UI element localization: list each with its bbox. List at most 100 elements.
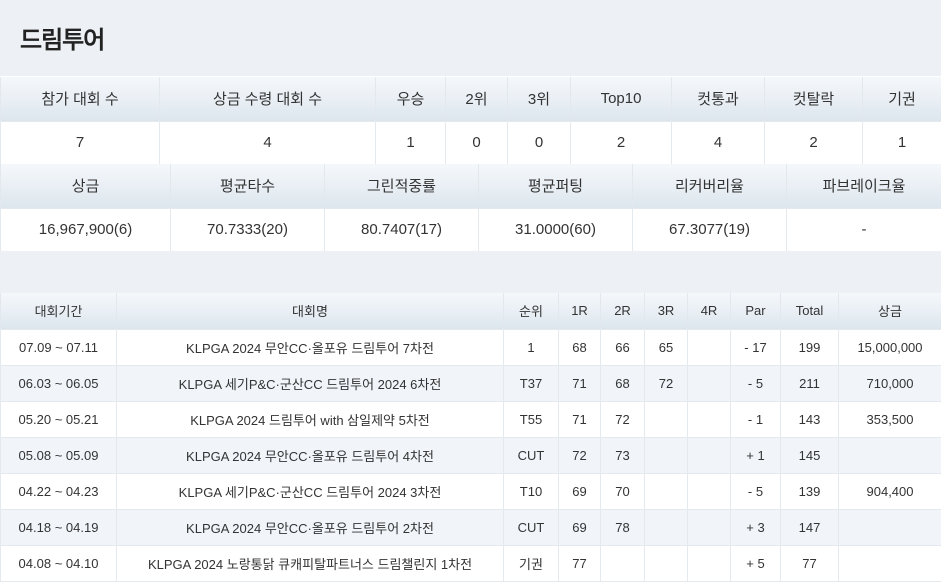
section-spacer (0, 251, 941, 293)
table-cell: 353,500 (838, 400, 941, 438)
tournament-name-cell: KLPGA 2024 드림투어 with 삼일제약 5차전 (116, 400, 504, 438)
column-header: 상금 (838, 293, 941, 329)
table-cell: 147 (780, 508, 839, 546)
table-cell (644, 436, 688, 474)
stat-header: 기권 (862, 77, 941, 121)
table-cell: T37 (503, 364, 559, 402)
table-row: 07.09 ~ 07.11 KLPGA 2024 무안CC·올포유 드림투어 7차… (0, 328, 941, 366)
tournament-name-cell: KLPGA 2024 무안CC·올포유 드림투어 7차전 (116, 328, 504, 366)
column-header: 2R (600, 293, 645, 329)
table-cell: 04.22 ~ 04.23 (0, 472, 117, 510)
stat-header: 상금 수령 대회 수 (159, 77, 376, 121)
table-cell: 145 (780, 436, 839, 474)
tournament-name-cell: KLPGA 2024 무안CC·올포유 드림투어 2차전 (116, 508, 504, 546)
table-cell: 69 (558, 472, 601, 510)
table-cell: - 17 (730, 328, 781, 366)
table-row: 06.03 ~ 06.05 KLPGA 세기P&C·군산CC 드림투어 2024 … (0, 364, 941, 402)
stat-header: Top10 (570, 77, 672, 121)
table-cell: 143 (780, 400, 839, 438)
table-cell (838, 508, 941, 546)
stat-header: 파브레이크율 (786, 164, 941, 208)
column-header: 대회기간 (0, 293, 117, 329)
stat-value: - (786, 207, 941, 252)
table-cell: - 5 (730, 472, 781, 510)
stat-value: 70.7333(20) (170, 207, 325, 252)
table-cell: 05.20 ~ 05.21 (0, 400, 117, 438)
table-cell: 66 (600, 328, 645, 366)
table-cell: 05.08 ~ 05.09 (0, 436, 117, 474)
table-cell (644, 544, 688, 582)
stat-value: 80.7407(17) (324, 207, 479, 252)
stat-value: 4 (159, 120, 376, 165)
table-cell: 1 (503, 328, 559, 366)
table-cell: 77 (558, 544, 601, 582)
stat-header: 우승 (375, 77, 446, 121)
table-cell: 904,400 (838, 472, 941, 510)
column-header: 4R (687, 293, 731, 329)
column-header: 1R (558, 293, 601, 329)
table-cell (687, 472, 731, 510)
table-cell: 07.09 ~ 07.11 (0, 328, 117, 366)
table-cell: 199 (780, 328, 839, 366)
table-cell: 73 (600, 436, 645, 474)
table-cell: + 3 (730, 508, 781, 546)
table-cell: - 1 (730, 400, 781, 438)
stat-value: 2 (764, 120, 863, 165)
table-cell (687, 328, 731, 366)
table-cell: 70 (600, 472, 645, 510)
table-cell (687, 544, 731, 582)
table-cell: 710,000 (838, 364, 941, 402)
table-cell: 72 (600, 400, 645, 438)
stat-value: 1 (862, 120, 941, 165)
table-cell: 78 (600, 508, 645, 546)
stat-header: 컷탈락 (764, 77, 863, 121)
table-cell (687, 508, 731, 546)
table-cell: 72 (644, 364, 688, 402)
table-cell: 71 (558, 364, 601, 402)
table-cell (687, 400, 731, 438)
column-header: Par (730, 293, 781, 329)
table-cell: 68 (600, 364, 645, 402)
table-cell: 77 (780, 544, 839, 582)
stat-header: 평균퍼팅 (478, 164, 633, 208)
table-cell: + 5 (730, 544, 781, 582)
performance-stats-table: 상금 평균타수 그린적중률 평균퍼팅 리커버리율 파브레이크율 16,967,900(6)… (0, 164, 941, 252)
stat-value: 2 (570, 120, 672, 165)
stat-header: 그린적중률 (324, 164, 479, 208)
stat-value: 1 (375, 120, 446, 165)
table-row: 05.20 ~ 05.21 KLPGA 2024 드림투어 with 삼일제약 5… (0, 400, 941, 438)
stat-value: 4 (671, 120, 765, 165)
summary-stats-table: 참가 대회 수 상금 수령 대회 수 우승 2위 3위 Top10 컷통과 컷탈락 기권 741… (0, 77, 941, 165)
table-cell: - 5 (730, 364, 781, 402)
table-cell (687, 436, 731, 474)
table-row: 05.08 ~ 05.09 KLPGA 2024 무안CC·올포유 드림투어 4차… (0, 436, 941, 474)
tournament-name-cell: KLPGA 세기P&C·군산CC 드림투어 2024 3차전 (116, 472, 504, 510)
table-cell (838, 544, 941, 582)
page-title: 드림투어 (20, 27, 105, 54)
table-row: 04.18 ~ 04.19 KLPGA 2024 무안CC·올포유 드림투어 2차… (0, 508, 941, 546)
stat-value: 0 (507, 120, 571, 165)
table-cell: 65 (644, 328, 688, 366)
table-cell: 69 (558, 508, 601, 546)
table-cell: 139 (780, 472, 839, 510)
tournament-name-cell: KLPGA 2024 노랑통닭 큐캐피탈파트너스 드림챌린지 1차전 (116, 544, 504, 582)
column-header: 순위 (503, 293, 559, 329)
stat-header: 상금 (0, 164, 171, 208)
table-cell: 06.03 ~ 06.05 (0, 364, 117, 402)
title-bar: 드림투어 (0, 0, 941, 76)
tournament-results-table: 대회기간 대회명 순위 1R 2R 3R 4R Par Total 상금 07.09 ~ 07.1… (0, 293, 941, 582)
table-row: 04.08 ~ 04.10 KLPGA 2024 노랑통닭 큐캐피탈파트너스 드림… (0, 544, 941, 582)
table-cell (600, 544, 645, 582)
tournament-name-cell: KLPGA 세기P&C·군산CC 드림투어 2024 6차전 (116, 364, 504, 402)
table-cell (644, 472, 688, 510)
stat-header: 평균타수 (170, 164, 325, 208)
table-cell: CUT (503, 436, 559, 474)
table-cell: T10 (503, 472, 559, 510)
table-cell: 04.08 ~ 04.10 (0, 544, 117, 582)
stat-value: 7 (0, 120, 160, 165)
table-cell: 04.18 ~ 04.19 (0, 508, 117, 546)
table-cell (644, 400, 688, 438)
table-cell: T55 (503, 400, 559, 438)
column-header: Total (780, 293, 839, 329)
column-header: 대회명 (116, 293, 504, 329)
